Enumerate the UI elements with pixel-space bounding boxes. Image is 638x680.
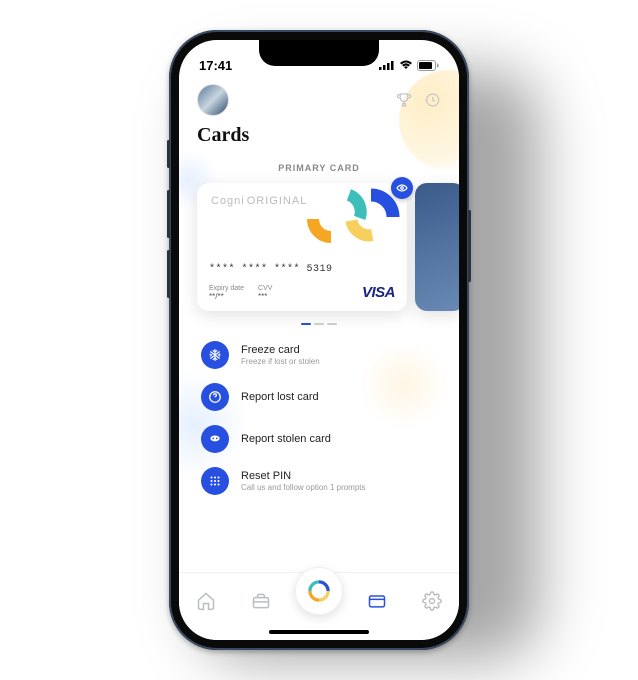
- home-icon: [196, 591, 216, 611]
- status-icons: [379, 60, 439, 71]
- keypad-icon: [208, 474, 222, 488]
- trophy-icon[interactable]: [395, 91, 413, 109]
- primary-card[interactable]: CogniORIGINAL **** **** **** 5319 Expiry…: [197, 183, 407, 311]
- card-network: VISA: [362, 284, 395, 301]
- logo-icon: [306, 578, 332, 604]
- avatar[interactable]: [197, 84, 229, 116]
- secondary-card[interactable]: [415, 183, 459, 311]
- eye-icon: [396, 182, 408, 194]
- card-meta: Expiry date**/** CVV***: [209, 285, 272, 301]
- mask-icon: [208, 432, 222, 446]
- reveal-button[interactable]: [391, 177, 413, 199]
- tab-wallet[interactable]: [241, 581, 281, 621]
- card-number: **** **** **** 5319: [209, 264, 333, 275]
- card-carousel[interactable]: CogniORIGINAL **** **** **** 5319 Expiry…: [197, 183, 441, 311]
- action-list: Freeze cardFreeze if lost or stolen Repo…: [197, 339, 441, 497]
- signal-icon: [379, 60, 395, 70]
- wifi-icon: [399, 60, 413, 70]
- question-icon: [208, 390, 222, 404]
- notch: [259, 40, 379, 66]
- home-indicator[interactable]: [269, 630, 369, 634]
- action-freeze-card[interactable]: Freeze cardFreeze if lost or stolen: [201, 339, 437, 371]
- action-report-stolen[interactable]: Report stolen card: [201, 423, 437, 455]
- action-reset-pin[interactable]: Reset PINCall us and follow option 1 pro…: [201, 465, 437, 497]
- action-report-lost[interactable]: Report lost card: [201, 381, 437, 413]
- tab-home[interactable]: [186, 581, 226, 621]
- pager: [197, 323, 441, 325]
- section-label: PRIMARY CARD: [197, 163, 441, 173]
- page-title: Cards: [197, 124, 441, 147]
- phone-frame: 17:41 Cards PRIMARY CARD: [169, 30, 469, 650]
- battery-icon: [417, 60, 439, 71]
- briefcase-icon: [251, 591, 271, 611]
- history-icon[interactable]: [423, 91, 441, 109]
- screen: 17:41 Cards PRIMARY CARD: [179, 40, 459, 640]
- snowflake-icon: [208, 348, 222, 362]
- status-time: 17:41: [199, 58, 232, 73]
- tab-settings[interactable]: [412, 581, 452, 621]
- tab-center-logo[interactable]: [295, 567, 343, 615]
- tab-cards[interactable]: [357, 581, 397, 621]
- card-art: [283, 187, 403, 257]
- header: [197, 84, 441, 116]
- gear-icon: [422, 591, 442, 611]
- card-icon: [367, 591, 387, 611]
